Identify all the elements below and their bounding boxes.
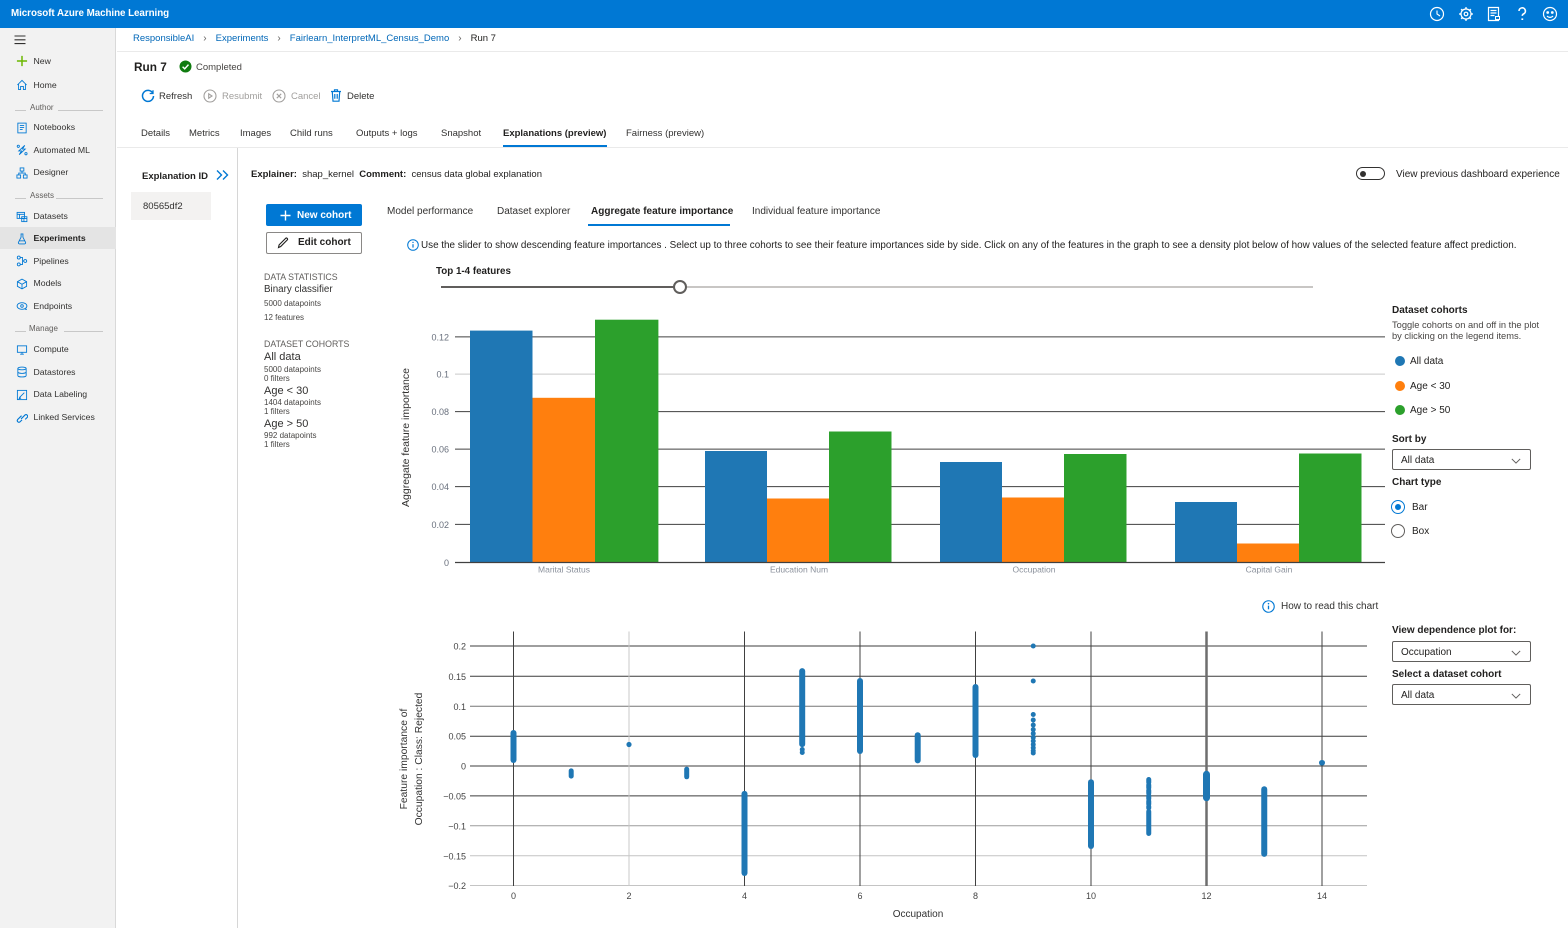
svg-text:8: 8 <box>973 891 978 901</box>
svg-text:−0.1: −0.1 <box>448 821 466 831</box>
svg-text:−0.2: −0.2 <box>448 881 466 891</box>
svg-text:Aggregate feature importance: Aggregate feature importance <box>400 368 412 507</box>
svg-text:Capital Gain: Capital Gain <box>1246 565 1293 575</box>
svg-text:0.04: 0.04 <box>431 482 449 492</box>
svg-text:0: 0 <box>444 558 449 568</box>
svg-text:Occupation : Class: Rejected: Occupation : Class: Rejected <box>414 692 425 825</box>
svg-text:Feature importance of: Feature importance of <box>399 708 410 809</box>
svg-text:6: 6 <box>857 891 862 901</box>
svg-text:14: 14 <box>1317 891 1327 901</box>
svg-text:0.05: 0.05 <box>448 732 466 742</box>
svg-text:0.2: 0.2 <box>453 642 466 652</box>
svg-text:Occupation: Occupation <box>893 909 944 920</box>
svg-text:Marital Status: Marital Status <box>538 565 590 575</box>
svg-text:10: 10 <box>1086 891 1096 901</box>
svg-text:0.1: 0.1 <box>436 370 449 380</box>
svg-text:Occupation: Occupation <box>1013 565 1056 575</box>
svg-text:0.12: 0.12 <box>431 332 449 342</box>
svg-text:−0.15: −0.15 <box>443 851 466 861</box>
svg-text:Education Num: Education Num <box>770 565 828 575</box>
svg-text:12: 12 <box>1201 891 1211 901</box>
svg-text:0.02: 0.02 <box>431 520 449 530</box>
svg-text:0.06: 0.06 <box>431 445 449 455</box>
svg-text:0: 0 <box>511 891 516 901</box>
svg-text:0.08: 0.08 <box>431 407 449 417</box>
svg-text:4: 4 <box>742 891 747 901</box>
svg-text:2: 2 <box>626 891 631 901</box>
svg-text:0.1: 0.1 <box>453 702 466 712</box>
svg-text:0.15: 0.15 <box>448 672 466 682</box>
svg-text:0: 0 <box>461 762 466 772</box>
svg-text:−0.05: −0.05 <box>443 791 466 801</box>
